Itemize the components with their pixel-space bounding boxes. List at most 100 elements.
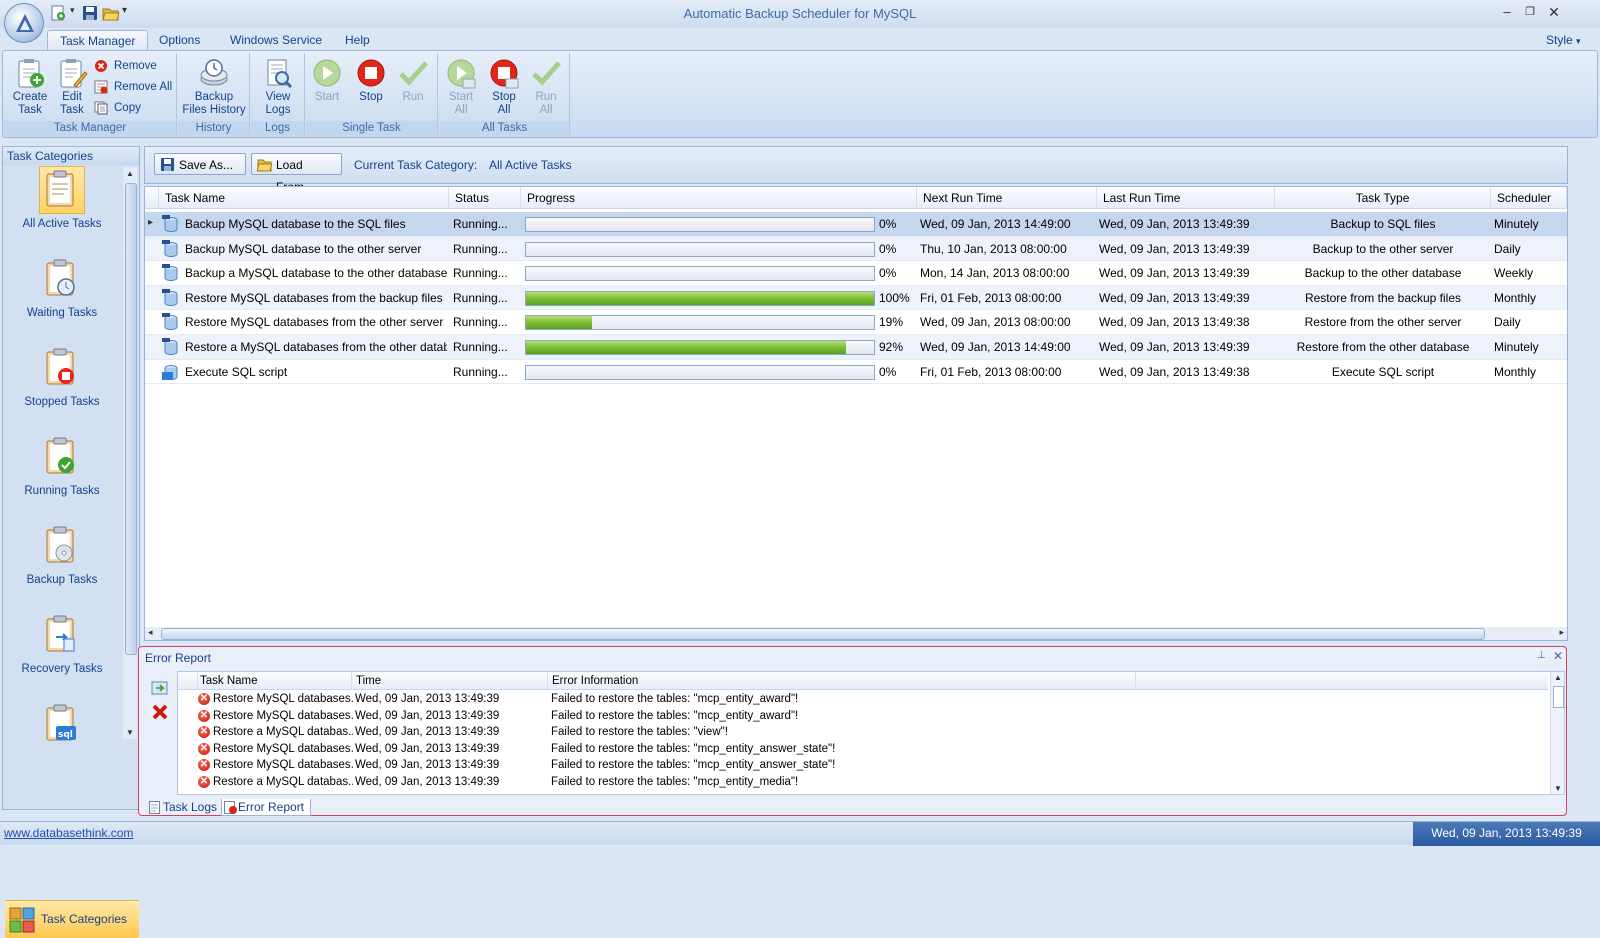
col-progress[interactable]: Progress	[521, 187, 917, 209]
table-row[interactable]: ▸ Backup MySQL database to the SQL files R…	[145, 212, 1567, 237]
err-col-task-name[interactable]: Task Name	[198, 672, 352, 690]
category-sql-tasks[interactable]: sql	[3, 700, 121, 752]
table-row[interactable]: Execute SQL script Running... Fri, 01 Feb,…	[145, 360, 1567, 385]
cell-status: Running...	[453, 290, 508, 305]
table-row[interactable]: Backup a MySQL database to the other dat…	[145, 261, 1567, 286]
cell-type: Restore from the other server	[1304, 315, 1462, 330]
remove-all-button[interactable]: Remove All	[94, 78, 172, 96]
qat-customize-icon[interactable]: ▾	[122, 5, 140, 21]
col-status[interactable]: Status	[449, 187, 521, 209]
err-cell-time: Wed, 09 Jan, 2013 13:49:39	[355, 759, 500, 772]
group-history: Backup Files History History	[178, 53, 250, 135]
qat-save-icon[interactable]	[82, 5, 100, 21]
category-backup-tasks[interactable]: Backup Tasks	[3, 522, 121, 586]
minimize-icon[interactable]: –	[1497, 4, 1517, 20]
start-button[interactable]: Start	[306, 57, 348, 104]
category-stopped-tasks[interactable]: Stopped Tasks	[3, 344, 121, 408]
style-label: Style	[1546, 33, 1573, 47]
category-all-active-tasks[interactable]: All Active Tasks	[3, 166, 121, 230]
scroll-down-icon[interactable]: ▼	[126, 728, 134, 737]
window-title: Automatic Backup Scheduler for MySQL	[683, 6, 917, 21]
err-cell-task: Restore MySQL databases...	[213, 709, 353, 722]
task-grid-hscrollbar[interactable]: ◂ ▸	[145, 627, 1567, 640]
table-row[interactable]: Restore a MySQL databases from the other…	[145, 335, 1567, 360]
col-task-name[interactable]: Task Name	[159, 187, 449, 209]
table-row[interactable]: Restore MySQL databases from the backup …	[145, 285, 1567, 311]
group-logs: View Logs Logs	[251, 53, 305, 135]
cell-status: Running...	[453, 364, 508, 379]
category-label: Waiting Tasks	[26, 307, 98, 319]
error-row[interactable]: ✕ Restore MySQL databases... Wed, 09 Jan, …	[178, 691, 1548, 708]
save-as-button[interactable]: Save As...	[154, 153, 246, 175]
scroll-up-icon[interactable]: ▲	[126, 169, 134, 178]
stop-button[interactable]: Stop	[350, 57, 392, 104]
error-icon: ✕	[198, 742, 210, 755]
qat-open-icon[interactable]	[102, 5, 120, 21]
col-next-run-time[interactable]: Next Run Time	[917, 187, 1097, 209]
tab-options[interactable]: Options	[147, 30, 212, 50]
pin-icon[interactable]: ⊥	[1537, 650, 1546, 661]
qat-new-icon[interactable]	[50, 5, 68, 21]
website-link[interactable]: www.databasethink.com	[4, 826, 133, 840]
stop-all-button[interactable]: Stop All	[483, 57, 525, 117]
tab-help[interactable]: Help	[333, 30, 382, 50]
task-categories-nav-button[interactable]: Task Categories	[5, 900, 139, 938]
edit-task-button[interactable]: Edit Task	[49, 57, 95, 117]
clear-errors-icon[interactable]	[151, 703, 169, 724]
style-menu[interactable]: Style ▾	[1546, 30, 1581, 50]
err-cell-info: Failed to restore the tables: "mcp_entit…	[551, 742, 836, 755]
category-recovery-tasks[interactable]: Recovery Tasks	[3, 611, 121, 675]
error-grid-vscrollbar[interactable]: ▲ ▼	[1550, 672, 1564, 794]
categories-scroll-thumb[interactable]	[125, 183, 137, 655]
category-running-tasks[interactable]: Running Tasks	[3, 433, 121, 497]
err-col-time[interactable]: Time	[352, 672, 548, 690]
run-all-button[interactable]: Run All	[525, 57, 567, 117]
error-row[interactable]: ✕ Restore MySQL databases... Wed, 09 Jan, …	[178, 708, 1548, 725]
create-task-button[interactable]: Create Task	[7, 57, 53, 117]
table-row[interactable]: Restore MySQL databases from the other s…	[145, 310, 1567, 335]
categories-scrollbar[interactable]: ▲ ▼	[123, 167, 137, 739]
export-errors-icon[interactable]	[151, 679, 169, 698]
close-icon[interactable]: ✕	[1544, 4, 1564, 20]
start-all-button[interactable]: Start All	[440, 57, 482, 117]
progress-bar	[525, 266, 875, 282]
tab-error-report[interactable]: Error Report	[221, 799, 312, 816]
err-scroll-down-icon[interactable]: ▼	[1554, 784, 1562, 793]
error-row[interactable]: ✕ Restore a MySQL databas... Wed, 09 Jan, …	[178, 774, 1548, 791]
category-waiting-tasks[interactable]: Waiting Tasks	[3, 255, 121, 319]
scroll-right-icon[interactable]: ▸	[1559, 627, 1564, 638]
execute-sql-icon	[162, 363, 180, 381]
view-logs-button[interactable]: View Logs	[255, 57, 301, 117]
task-grid-hscroll-thumb[interactable]	[161, 628, 1485, 640]
err-col-error-information[interactable]: Error Information	[548, 672, 1136, 690]
table-row[interactable]: Backup MySQL database to the other serve…	[145, 236, 1567, 262]
start-all-icon	[445, 57, 477, 89]
err-cell-info: Failed to restore the tables: "mcp_entit…	[551, 709, 799, 722]
error-grid-scroll-thumb[interactable]	[1553, 686, 1564, 708]
col-task-type[interactable]: Task Type	[1275, 187, 1491, 209]
err-scroll-up-icon[interactable]: ▲	[1554, 673, 1562, 682]
error-row[interactable]: ✕ Restore MySQL databases... Wed, 09 Jan, …	[178, 757, 1548, 774]
restore-icon[interactable]: ❐	[1520, 4, 1540, 20]
app-menu-orb[interactable]	[4, 3, 44, 43]
run-checkmark-icon	[397, 57, 429, 89]
cell-scheduler: Daily	[1494, 241, 1521, 256]
tab-task-manager[interactable]: Task Manager	[47, 30, 149, 50]
copy-button[interactable]: Copy	[94, 99, 141, 117]
tab-task-logs[interactable]: Task Logs	[147, 799, 223, 816]
scroll-left-icon[interactable]: ◂	[148, 627, 153, 638]
group-label-single-task: Single Task	[306, 121, 437, 135]
start-icon	[311, 57, 343, 89]
tab-windows-service[interactable]: Windows Service	[218, 30, 334, 50]
error-row[interactable]: ✕ Restore a MySQL databas... Wed, 09 Jan, …	[178, 724, 1548, 741]
current-category-value: All Active Tasks	[489, 158, 572, 172]
error-row[interactable]: ✕ Restore MySQL databases... Wed, 09 Jan, …	[178, 741, 1548, 758]
col-last-run-time[interactable]: Last Run Time	[1097, 187, 1275, 209]
load-from-button[interactable]: Load From...	[251, 153, 342, 194]
panel-close-icon[interactable]: ✕	[1553, 649, 1563, 663]
run-button[interactable]: Run	[392, 57, 434, 104]
remove-all-label: Remove All	[114, 81, 173, 93]
col-scheduler[interactable]: Scheduler	[1491, 187, 1567, 209]
remove-button[interactable]: Remove	[94, 57, 157, 75]
backup-files-history-button[interactable]: Backup Files History	[180, 57, 248, 117]
